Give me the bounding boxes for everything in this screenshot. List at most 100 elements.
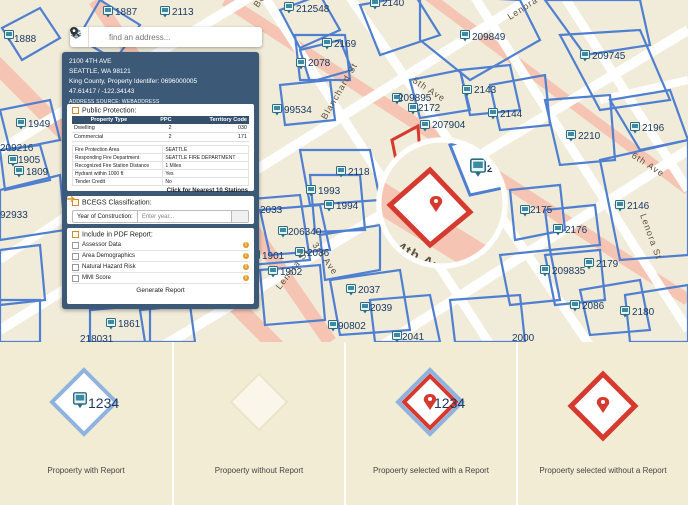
search-input[interactable] bbox=[107, 31, 241, 43]
svg-text:2039: 2039 bbox=[370, 303, 393, 314]
year-of-construction-field[interactable]: Year of Construction: Enter year... bbox=[67, 196, 249, 224]
svg-text:209835: 209835 bbox=[552, 266, 586, 277]
svg-text:206340: 206340 bbox=[288, 227, 322, 238]
public-protection-card: Public Protection: Property Type PPC Ter… bbox=[67, 104, 254, 194]
bcegs-card: BCEGS Classification: Year of Constructi… bbox=[67, 196, 254, 224]
svg-text:2175: 2175 bbox=[530, 205, 553, 216]
svg-text:1234: 1234 bbox=[88, 395, 119, 411]
svg-text:209849: 209849 bbox=[472, 32, 506, 43]
svg-text:99534: 99534 bbox=[284, 105, 312, 116]
checkbox[interactable] bbox=[72, 274, 79, 282]
protection-table: Property Type PPC Territory Code Dwellin… bbox=[72, 116, 249, 143]
info-icon[interactable]: i bbox=[243, 253, 249, 260]
legend-item-with-report: 1234 Propoerty with Report bbox=[0, 342, 172, 505]
public-protection-title: Public Protection: bbox=[82, 107, 137, 115]
info-icon[interactable]: i bbox=[243, 275, 249, 282]
legend-caption: Propoerty without Report bbox=[214, 466, 304, 475]
svg-text:1994: 1994 bbox=[336, 201, 359, 212]
arrow-right-icon[interactable] bbox=[67, 196, 248, 223]
bcegs-title: BCEGS Classification: bbox=[82, 199, 152, 207]
legend: 1234 Propoerty with Report Propoerty wit… bbox=[0, 342, 688, 505]
svg-text:2210: 2210 bbox=[578, 131, 601, 142]
svg-text:2172: 2172 bbox=[418, 103, 441, 114]
generate-report-button[interactable]: Generate Report bbox=[67, 284, 254, 297]
pdf-title: Include in PDF Report: bbox=[82, 231, 153, 239]
col-ppc: PPC bbox=[145, 116, 174, 125]
svg-text:2041: 2041 bbox=[402, 332, 425, 342]
info-icon[interactable]: i bbox=[243, 264, 249, 271]
svg-text:2176: 2176 bbox=[565, 225, 588, 236]
legend-caption: Propoerty with Report bbox=[47, 466, 125, 475]
svg-text:1234: 1234 bbox=[434, 395, 465, 411]
svg-text:1993: 1993 bbox=[318, 186, 341, 197]
option-mmi-score[interactable]: MMI Score i bbox=[72, 273, 249, 285]
search-bar[interactable] bbox=[70, 27, 262, 47]
svg-text:2179: 2179 bbox=[596, 259, 619, 270]
table-row: Commercial 2 171 bbox=[72, 132, 249, 143]
svg-text:2113: 2113 bbox=[172, 7, 194, 18]
table-row: Fire Protection Area SEATTLE bbox=[71, 145, 249, 155]
option-assessor-data[interactable]: Assessor Data i bbox=[72, 240, 249, 252]
selected-with-report-icon: 1234 bbox=[395, 367, 465, 437]
coordinates: 47.61417 / -122.34143 bbox=[69, 88, 135, 95]
checkbox[interactable] bbox=[72, 241, 79, 249]
legend-item-selected-without-report: Propoerty selected without a Report bbox=[518, 342, 688, 505]
svg-text:209745: 209745 bbox=[592, 51, 626, 62]
option-natural-hazard-risk[interactable]: Natural Hazard Risk i bbox=[72, 262, 249, 274]
legend-item-without-report: Propoerty without Report bbox=[174, 342, 344, 505]
pdf-report-card: Include in PDF Report: Assessor Data i Ar… bbox=[67, 228, 254, 304]
svg-text:209216: 209216 bbox=[0, 143, 34, 154]
property-id: King County, Property Identifer: 0696000… bbox=[69, 78, 198, 85]
svg-text:1949: 1949 bbox=[28, 119, 51, 130]
legend-item-selected-with-report: 1234 Propoerty selected with a Report bbox=[346, 342, 516, 505]
svg-text:2144: 2144 bbox=[500, 109, 523, 120]
protection-details: Fire Protection Area SEATTLE Responding F… bbox=[71, 145, 249, 187]
table-row: Tender Credit No bbox=[71, 177, 249, 187]
col-property-type: Property Type bbox=[72, 116, 146, 125]
map-view[interactable]: 1887 2113 212548 2140 1888 209849 2169 2… bbox=[0, 0, 688, 342]
svg-text:1905: 1905 bbox=[18, 155, 41, 166]
table-row: Dwelling 2 030 bbox=[72, 124, 249, 134]
option-area-demographics[interactable]: Area Demographics i bbox=[72, 251, 249, 263]
legend-caption: Propoerty selected with a Report bbox=[372, 466, 490, 475]
svg-text:2143: 2143 bbox=[474, 85, 497, 96]
svg-text:2180: 2180 bbox=[632, 307, 655, 318]
svg-text:2000: 2000 bbox=[512, 333, 535, 342]
address-block: 2100 4TH AVE SEATTLE, WA 98121 King Coun… bbox=[62, 52, 259, 107]
svg-text:2169: 2169 bbox=[334, 39, 357, 50]
public-protection-checkbox[interactable] bbox=[72, 107, 79, 114]
svg-text:2146: 2146 bbox=[627, 201, 650, 212]
col-territory-code: Territory Code bbox=[173, 116, 249, 125]
pdf-checkbox[interactable] bbox=[72, 231, 79, 238]
property-info-panel: 2100 4TH AVE SEATTLE, WA 98121 King Coun… bbox=[62, 52, 259, 309]
checkbox[interactable] bbox=[72, 263, 79, 271]
svg-text:2086: 2086 bbox=[582, 301, 605, 312]
address-line2: SEATTLE, WA 98121 bbox=[69, 68, 131, 75]
svg-text:1901: 1901 bbox=[262, 251, 285, 262]
info-icon[interactable]: i bbox=[243, 242, 249, 249]
svg-text:1861: 1861 bbox=[118, 319, 141, 330]
selected-without-report-icon bbox=[567, 370, 639, 442]
svg-text:1887: 1887 bbox=[115, 7, 138, 18]
svg-text:1809: 1809 bbox=[26, 167, 49, 178]
svg-text:92933: 92933 bbox=[0, 210, 28, 221]
svg-text:90802: 90802 bbox=[338, 321, 366, 332]
parcel-with-report-icon: 1234 bbox=[49, 367, 119, 437]
svg-text:2037: 2037 bbox=[358, 285, 381, 296]
legend-caption: Propoerty selected without a Report bbox=[539, 466, 667, 475]
table-row: Recognized Fire Station Distance 1 Miles bbox=[71, 161, 249, 171]
checkbox[interactable] bbox=[72, 252, 79, 260]
svg-text:2196: 2196 bbox=[642, 123, 665, 134]
year-input[interactable]: Enter year... bbox=[138, 211, 231, 222]
svg-text:2140: 2140 bbox=[382, 0, 405, 9]
address-line1: 2100 4TH AVE bbox=[69, 58, 112, 65]
year-label: Year of Construction: bbox=[73, 211, 138, 223]
svg-text:212548: 212548 bbox=[296, 4, 330, 15]
svg-text:218031: 218031 bbox=[80, 334, 114, 342]
parcel-without-report-icon bbox=[229, 372, 289, 432]
svg-text:2033: 2033 bbox=[260, 205, 283, 216]
svg-text:1888: 1888 bbox=[14, 34, 37, 45]
nearest-stations-link[interactable]: Click for Nearest 10 Stations bbox=[67, 186, 254, 194]
svg-text:2118: 2118 bbox=[348, 167, 370, 178]
search-icon[interactable] bbox=[70, 27, 107, 47]
